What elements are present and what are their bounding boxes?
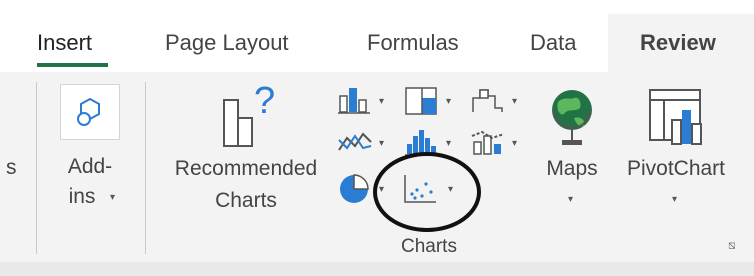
add-ins-label-line2: ins (68, 185, 96, 208)
tab-review[interactable]: Review (640, 30, 716, 56)
recommended-charts-question-glyph: ? (254, 80, 276, 122)
insert-waterfall-chart-button[interactable]: ▾ (470, 86, 528, 118)
hierarchy-chart-icon (404, 86, 440, 116)
column-chart-dropdown-arrow: ▾ (379, 96, 385, 107)
active-tab-indicator (37, 63, 108, 67)
pivotchart-button[interactable]: PivotChart ▾ (618, 84, 734, 214)
previous-group-partial-label: s (6, 156, 17, 179)
group-separator (145, 82, 146, 254)
hierarchy-chart-dropdown-arrow: ▾ (446, 96, 452, 107)
add-ins-button[interactable]: Add- ins ▾ (58, 84, 122, 214)
maps-dropdown-arrow: ▾ (568, 194, 574, 205)
recommended-charts-label-line1: Recommended (174, 157, 318, 180)
statistic-chart-dropdown-arrow: ▾ (446, 138, 452, 149)
line-chart-icon (337, 128, 373, 158)
pivotchart-label: PivotChart (626, 157, 726, 180)
ribbon-bottom-border (0, 262, 754, 276)
tab-formulas[interactable]: Formulas (367, 30, 459, 56)
charts-group-label: Charts (401, 236, 457, 257)
tab-page-layout[interactable]: Page Layout (165, 30, 289, 56)
recommended-charts-button[interactable]: ? Recommended Charts (160, 80, 332, 220)
combo-chart-dropdown-arrow: ▾ (512, 138, 518, 149)
recommended-charts-label-line2: Charts (215, 189, 277, 212)
pivotchart-dropdown-arrow: ▾ (672, 194, 678, 205)
maps-label: Maps (546, 157, 598, 180)
add-ins-dropdown-arrow: ▾ (110, 192, 116, 203)
pivotchart-icon (646, 86, 710, 150)
highlight-circle-annotation (371, 150, 483, 234)
pie-chart-icon (337, 172, 373, 206)
tab-insert[interactable]: Insert (37, 30, 92, 56)
add-ins-label-line1: Add- (67, 155, 113, 178)
addin-store-icon (60, 84, 120, 140)
globe-map-icon (546, 86, 598, 150)
ribbon-tab-bar: Insert Page Layout Formulas Data Review (0, 0, 754, 72)
maps-button[interactable]: Maps ▾ (536, 84, 608, 214)
waterfall-chart-icon (470, 86, 506, 116)
tab-data[interactable]: Data (530, 30, 576, 56)
group-separator (36, 82, 37, 254)
insert-column-chart-button[interactable]: ▾ (337, 86, 395, 118)
waterfall-chart-dropdown-arrow: ▾ (512, 96, 518, 107)
insert-hierarchy-chart-button[interactable]: ▾ (404, 86, 462, 118)
column-chart-icon (337, 86, 373, 116)
line-chart-dropdown-arrow: ▾ (379, 138, 385, 149)
dialog-launcher-icon: ⧅ (728, 238, 736, 252)
charts-dialog-launcher-button[interactable]: ⧅ (728, 238, 744, 254)
recommended-charts-icon: ? (214, 80, 284, 154)
